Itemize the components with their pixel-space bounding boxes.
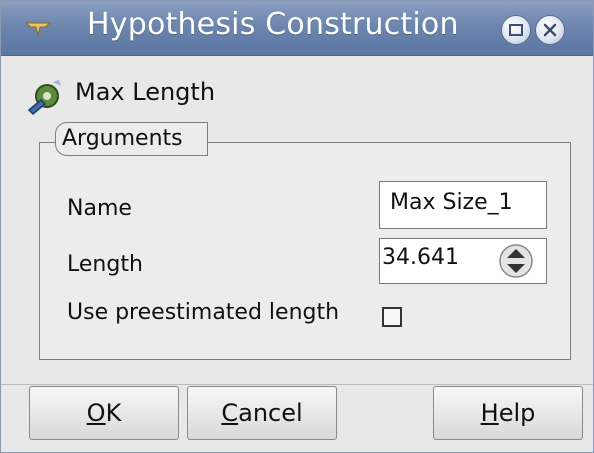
length-label: Length	[67, 252, 143, 277]
help-button[interactable]: Help	[433, 386, 583, 440]
help-mnemonic: H	[480, 399, 499, 427]
title-bar[interactable]: Hypothesis Construction	[1, 1, 593, 56]
divider	[1, 384, 593, 385]
window-title: Hypothesis Construction	[87, 7, 459, 42]
length-spinbox[interactable]: 34.641	[379, 238, 547, 284]
dialog-body: Max Length Arguments Name Max Size_1 Len…	[1, 56, 593, 452]
arguments-label: Arguments	[62, 126, 183, 151]
cancel-button[interactable]: Cancel	[187, 386, 337, 440]
cancel-label: ancel	[238, 399, 303, 427]
hypothesis-dialog: Hypothesis Construction Max Length Argum…	[0, 0, 594, 453]
maximize-button[interactable]	[501, 15, 531, 45]
ok-button[interactable]: OK	[29, 386, 179, 440]
spin-arrows-icon[interactable]	[496, 243, 536, 279]
maximize-icon	[509, 24, 523, 36]
preestimated-checkbox[interactable]	[382, 307, 402, 327]
length-value[interactable]: 34.641	[382, 245, 459, 270]
hypothesis-gear-icon	[27, 80, 61, 116]
help-label: elp	[498, 399, 536, 427]
name-label: Name	[67, 196, 132, 221]
close-button[interactable]	[535, 15, 565, 45]
ok-label: K	[105, 399, 122, 427]
arguments-tab: Arguments	[55, 122, 208, 156]
preestimated-label: Use preestimated length	[67, 300, 340, 325]
ok-mnemonic: O	[86, 399, 106, 427]
app-icon	[25, 22, 51, 36]
cancel-mnemonic: C	[221, 399, 239, 427]
name-field[interactable]: Max Size_1	[379, 181, 547, 229]
algorithm-name: Max Length	[75, 78, 216, 106]
close-icon	[543, 23, 557, 37]
